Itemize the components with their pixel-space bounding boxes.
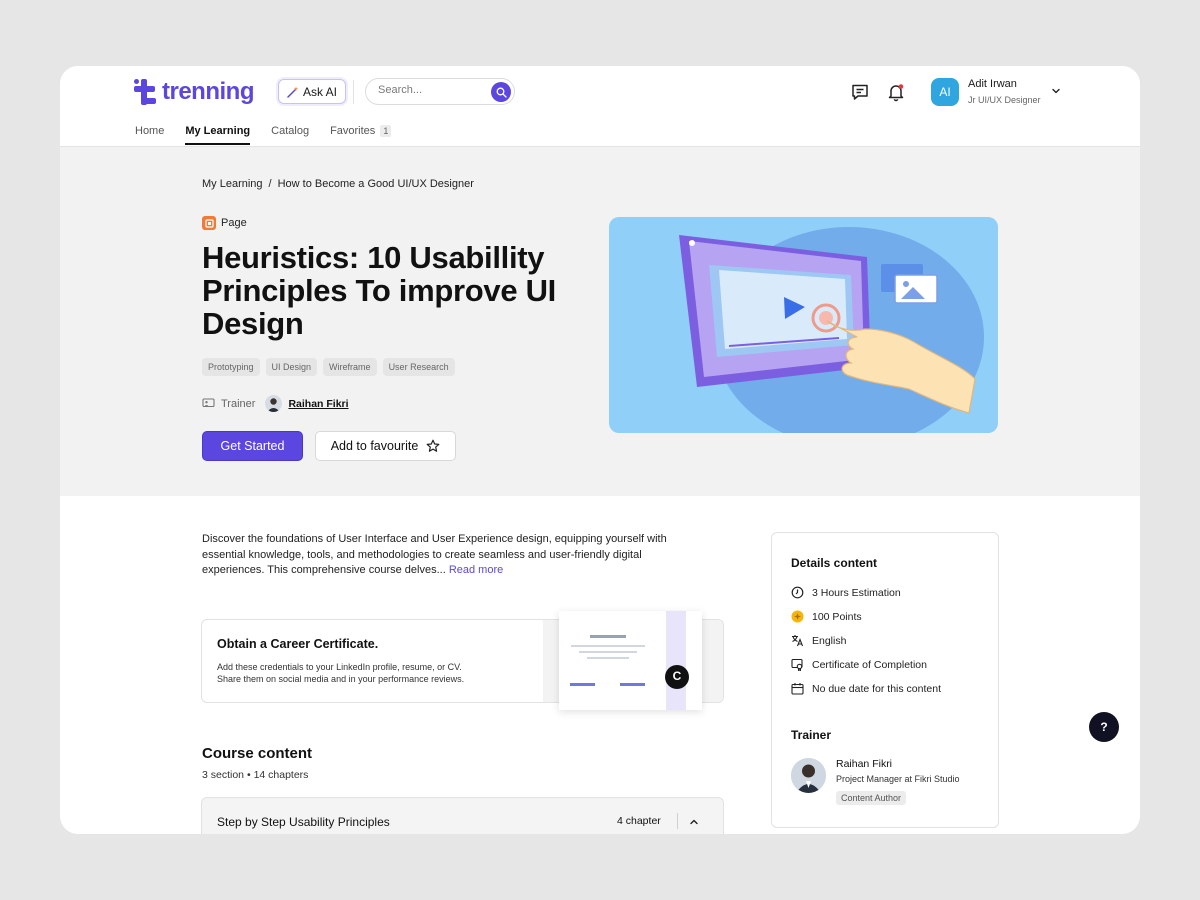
chevron-down-icon[interactable] (1051, 86, 1061, 96)
breadcrumb-separator: / (268, 178, 272, 190)
detail-certificate: Certificate of Completion (791, 658, 927, 671)
chevron-up-icon[interactable] (688, 816, 700, 828)
trainer-job-title: Project Manager at Fikri Studio (836, 774, 960, 784)
course-content-heading: Course content (202, 745, 313, 762)
hero-trainer-row: Trainer Raihan Fikri (202, 395, 349, 412)
certificate-line: Share them on social media and in your p… (217, 674, 465, 684)
user-avatar[interactable]: AI (931, 78, 959, 106)
star-icon (426, 439, 440, 452)
detail-label: 3 Hours Estimation (812, 586, 901, 599)
certificate-seal-letter: C (672, 669, 682, 683)
trainer-name-link[interactable]: Raihan Fikri (288, 398, 348, 410)
certificate-title: Obtain a Career Certificate. (217, 637, 379, 651)
certificate-icon (791, 658, 803, 671)
detail-label: 100 Points (812, 610, 862, 623)
calendar-icon (791, 683, 804, 695)
details-panel: Details content 3 Hours Estimation 100 P… (771, 532, 999, 828)
trainer-label: Trainer (221, 397, 256, 410)
course-content-summary: 3 section • 14 chapters (202, 769, 308, 781)
details-heading: Details content (791, 556, 878, 570)
topic-tag[interactable]: Prototyping (202, 358, 260, 376)
user-name: Adit Irwan (968, 78, 1017, 90)
clock-icon (791, 586, 804, 599)
nav-label: My Learning (185, 125, 251, 137)
topic-tags: Prototyping UI Design Wireframe User Res… (202, 358, 455, 376)
section-divider (677, 813, 678, 829)
description-text: Discover the foundations of User Interfa… (202, 533, 667, 576)
breadcrumb-root[interactable]: My Learning (202, 178, 263, 190)
course-description: Discover the foundations of User Interfa… (202, 532, 692, 579)
content-type-label: Page (221, 217, 247, 229)
section-count: 3 section (202, 769, 245, 781)
search-button[interactable] (491, 82, 511, 102)
user-role: Jr UI/UX Designer (968, 95, 1041, 105)
read-more-link[interactable]: Read more (449, 564, 503, 576)
translate-icon (792, 635, 804, 647)
page-icon (202, 216, 216, 230)
search-input[interactable] (378, 84, 488, 96)
nav-catalog[interactable]: Catalog (271, 125, 309, 145)
nav-label: Home (135, 125, 165, 137)
add-to-favourite-label: Add to favourite (330, 439, 419, 453)
detail-estimation: 3 Hours Estimation (791, 586, 901, 599)
topic-tag[interactable]: Wireframe (323, 358, 377, 376)
logo-icon (134, 79, 156, 105)
points-icon (791, 610, 804, 623)
section-title: Step by Step Usability Principles (217, 815, 390, 829)
nav-favorites[interactable]: Favorites 1 (330, 125, 392, 145)
nav-label: Catalog (271, 125, 310, 137)
certificate-text: Add these credentials to your LinkedIn p… (217, 661, 537, 685)
video-screen-illustration (679, 227, 984, 433)
course-illustration (609, 217, 998, 433)
trainer-heading: Trainer (791, 728, 832, 742)
main-nav: Home My Learning Catalog Favorites 1 (135, 125, 412, 145)
trainer-mini-avatar (265, 395, 283, 412)
detail-language: English (791, 634, 846, 647)
magic-wand-icon (287, 86, 299, 98)
nav-my-learning[interactable]: My Learning (185, 125, 250, 145)
certificate-document-illustration: C (559, 611, 702, 710)
nav-home[interactable]: Home (135, 125, 164, 145)
topic-tag[interactable]: UI Design (265, 358, 318, 376)
breadcrumb: My Learning / How to Become a Good UI/UX… (202, 178, 474, 190)
detail-label: No due date for this content (812, 682, 941, 695)
trainer-name[interactable]: Raihan Fikri (836, 758, 892, 770)
ask-ai-button[interactable]: Ask AI (278, 79, 347, 104)
app-window: trenning Ask AI Search... AI Adit Irwan … (60, 66, 1140, 834)
search-icon (496, 87, 507, 98)
detail-points: 100 Points (791, 610, 862, 623)
nav-label: Favorites (330, 125, 376, 137)
detail-label: Certificate of Completion (812, 658, 927, 671)
header-divider (353, 80, 354, 104)
get-started-button[interactable]: Get Started (202, 431, 303, 461)
course-hero: My Learning / How to Become a Good UI/UX… (60, 147, 1140, 496)
content-type-tag: Page (202, 216, 247, 230)
brand-logo[interactable]: trenning (134, 78, 255, 106)
help-button[interactable]: ? (1089, 712, 1119, 742)
course-section-row[interactable]: Step by Step Usability Principles 4 chap… (201, 797, 724, 834)
trainer-avatar[interactable] (791, 758, 826, 793)
chapter-count: 14 chapters (253, 769, 309, 781)
detail-label: English (812, 634, 847, 647)
logo-text: trenning (162, 78, 255, 105)
top-header: trenning Ask AI Search... AI Adit Irwan … (60, 66, 1140, 147)
summary-bullet: • (246, 769, 251, 781)
search-box (365, 78, 515, 105)
topic-tag[interactable]: User Research (382, 358, 455, 376)
certificate-line: Add these credentials to your LinkedIn p… (217, 662, 462, 672)
course-title: Heuristics: 10 Usabillity Principles To … (202, 240, 556, 341)
favorites-count-badge: 1 (380, 125, 392, 137)
presentation-icon (202, 397, 215, 407)
breadcrumb-current: How to Become a Good UI/UX Designer (277, 178, 474, 190)
bell-icon[interactable] (886, 82, 906, 102)
content-author-badge: Content Author (836, 791, 907, 805)
add-to-favourite-button[interactable]: Add to favourite (315, 431, 456, 461)
chat-icon[interactable] (850, 82, 870, 102)
detail-due-date: No due date for this content (791, 682, 941, 695)
ask-ai-label: Ask AI (303, 84, 338, 99)
section-chapter-count: 4 chapter (617, 815, 661, 827)
